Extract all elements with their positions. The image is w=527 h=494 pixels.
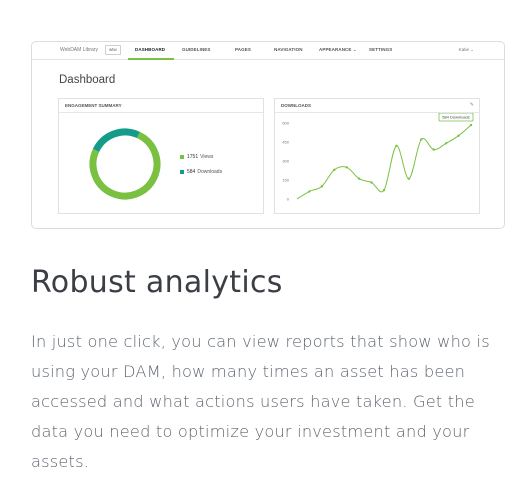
data-point bbox=[370, 181, 373, 184]
y-tick-label: 0 bbox=[287, 197, 290, 202]
panel-heading: DOWNLOADS ✎ bbox=[275, 99, 479, 113]
downloads-series-line bbox=[296, 124, 472, 200]
nav-appearance[interactable]: APPEARANCE ⌄ bbox=[319, 47, 357, 53]
data-point bbox=[457, 134, 460, 137]
active-tab-indicator bbox=[128, 58, 174, 60]
nav-settings[interactable]: SETTINGS bbox=[369, 47, 392, 52]
y-tick-label: 300 bbox=[282, 159, 289, 164]
downloads-label: Downloads bbox=[197, 169, 223, 175]
brand-name: WebDAM Library bbox=[60, 47, 98, 53]
views-label: Views bbox=[200, 154, 214, 160]
top-navigation: WebDAM Library wtw DASHBOARD GUIDELINES … bbox=[32, 42, 504, 60]
page-title: Dashboard bbox=[59, 74, 116, 86]
engagement-summary-panel: ENGAGEMENT SUMMARY 1751 Views 584 Downlo… bbox=[58, 98, 264, 214]
legend-views: 1751 Views bbox=[180, 154, 213, 160]
downloads-line-chart: 0 150 300 450 600 584 Downloads bbox=[282, 113, 474, 202]
section-heading: Robust analytics bbox=[31, 265, 283, 300]
downloads-swatch bbox=[180, 170, 184, 174]
data-point bbox=[469, 123, 473, 127]
library-chip[interactable]: wtw bbox=[105, 45, 121, 55]
user-menu[interactable]: Katie ⌄ bbox=[459, 47, 474, 53]
callout-label: 584 Downloads bbox=[442, 115, 470, 120]
nav-navigation[interactable]: NAVIGATION bbox=[274, 47, 303, 52]
views-count: 1751 bbox=[187, 154, 199, 160]
data-point bbox=[432, 148, 435, 151]
data-point bbox=[333, 168, 336, 172]
data-point bbox=[395, 144, 398, 147]
panel-heading: ENGAGEMENT SUMMARY bbox=[59, 99, 263, 113]
section-body: In just one click, you can view reports … bbox=[31, 332, 490, 471]
data-point bbox=[345, 166, 348, 169]
legend-downloads: 584 Downloads bbox=[180, 169, 222, 175]
downloads-count: 584 bbox=[187, 169, 196, 175]
data-point bbox=[320, 185, 324, 188]
y-tick-label: 150 bbox=[282, 178, 289, 183]
chevron-down-icon: ⌄ bbox=[470, 47, 474, 52]
y-tick-label: 600 bbox=[282, 121, 289, 126]
data-point bbox=[420, 138, 423, 141]
views-swatch bbox=[180, 155, 184, 159]
y-tick-label: 450 bbox=[282, 140, 289, 145]
nav-dashboard[interactable]: DASHBOARD bbox=[135, 47, 165, 52]
data-point bbox=[382, 188, 386, 192]
nav-guidelines[interactable]: GUIDELINES bbox=[182, 47, 211, 52]
nav-pages[interactable]: PAGES bbox=[235, 47, 251, 52]
chevron-down-icon: ⌄ bbox=[352, 47, 357, 52]
data-point bbox=[444, 142, 448, 145]
downloads-panel: DOWNLOADS ✎ 0 150 300 450 600 584 Downloads bbox=[274, 98, 480, 214]
donut-slice-downloads bbox=[92, 128, 141, 153]
dashboard-preview: WebDAM Library wtw DASHBOARD GUIDELINES … bbox=[31, 41, 505, 229]
engagement-donut-chart bbox=[89, 128, 161, 200]
edit-icon[interactable]: ✎ bbox=[470, 102, 474, 108]
data-point bbox=[407, 177, 411, 180]
data-point bbox=[357, 177, 361, 180]
data-point bbox=[308, 190, 311, 193]
